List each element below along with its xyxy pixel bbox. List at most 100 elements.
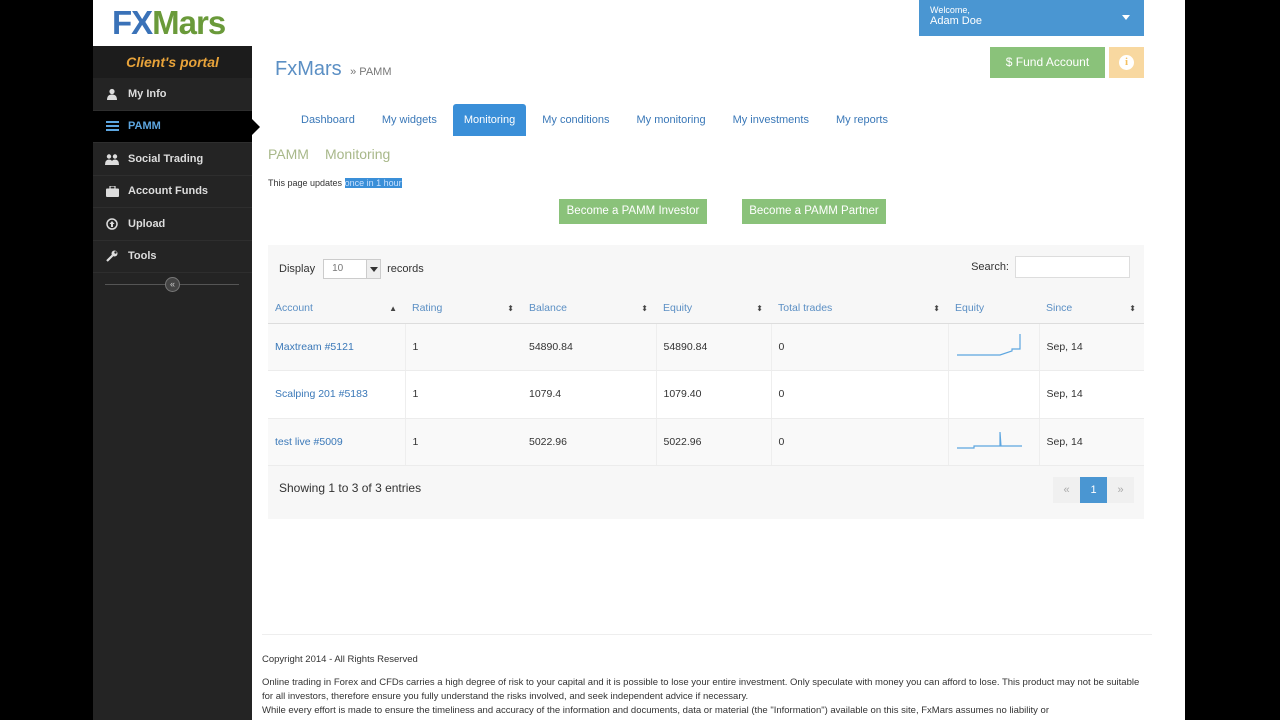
- upload-icon: [105, 217, 119, 231]
- section-heading: PAMM Monitoring: [268, 146, 406, 162]
- search-input[interactable]: [1015, 256, 1130, 278]
- sidebar-item-pamm[interactable]: PAMM: [93, 110, 260, 143]
- equity-sparkline: [948, 370, 1040, 419]
- pagination-next[interactable]: »: [1107, 477, 1134, 503]
- col-rating[interactable]: Rating ⬍: [405, 293, 522, 324]
- app-window: FXMars Client's portal My Info PAMM Soci…: [93, 0, 1185, 720]
- search-label: Search:: [971, 261, 1009, 273]
- table-info: Showing 1 to 3 of 3 entries: [279, 481, 422, 495]
- tab-monitoring[interactable]: Monitoring: [452, 104, 527, 136]
- trades-cell: 0: [771, 370, 949, 419]
- col-label: Equity: [663, 301, 693, 314]
- portal-label: Client's portal: [93, 46, 252, 78]
- become-partner-button[interactable]: Become a PAMM Partner: [742, 199, 886, 224]
- footer: Copyright 2014 - All Rights Reserved Onl…: [262, 634, 1152, 718]
- tab-my-monitoring[interactable]: My monitoring: [625, 104, 716, 136]
- user-menu[interactable]: Welcome, Adam Doe: [919, 0, 1144, 36]
- since-cell: Sep, 14: [1039, 418, 1144, 466]
- sort-icon: ⬍: [756, 304, 763, 313]
- info-button[interactable]: i: [1109, 47, 1144, 78]
- update-prefix: This page updates: [268, 178, 345, 188]
- tab-my-conditions[interactable]: My conditions: [531, 104, 620, 136]
- table-search: Search:: [971, 256, 1130, 278]
- col-account[interactable]: Account ▲: [268, 293, 405, 324]
- copyright: Copyright 2014 - All Rights Reserved: [262, 654, 418, 665]
- col-label: Balance: [529, 301, 567, 314]
- sidebar-item-label: Tools: [128, 250, 157, 263]
- sort-icon: ⬍: [507, 304, 514, 313]
- breadcrumb: FxMars » PAMM: [275, 58, 391, 81]
- tab-dashboard[interactable]: Dashboard: [290, 104, 366, 136]
- rating-cell: 1: [405, 323, 522, 371]
- tab-my-reports[interactable]: My reports: [825, 104, 899, 136]
- balance-cell: 1079.4: [522, 370, 657, 419]
- chevron-down-icon: [366, 260, 381, 278]
- equity-cell: 54890.84: [656, 323, 772, 371]
- sort-icon: ⬍: [933, 304, 940, 313]
- briefcase-icon: [105, 184, 119, 198]
- pagination: « 1 »: [1053, 477, 1134, 503]
- page-title[interactable]: FxMars: [275, 58, 342, 80]
- fund-account-button[interactable]: $ Fund Account: [990, 47, 1105, 78]
- table-row: Scalping 201 #5183 1 1079.4 1079.40 0 Se…: [268, 370, 1144, 419]
- col-label: Rating: [412, 301, 443, 314]
- user-icon: [105, 87, 119, 101]
- col-equity-chart: Equity: [948, 293, 1039, 324]
- update-highlight: once in 1 hour: [344, 178, 402, 188]
- sidebar-item-label: PAMM: [128, 120, 161, 133]
- sort-asc-icon: ▲: [389, 304, 397, 313]
- logo-mars: Mars: [152, 4, 226, 41]
- records-per-page-select[interactable]: 10: [323, 259, 382, 279]
- tab-my-investments[interactable]: My investments: [722, 104, 820, 136]
- col-label: Equity: [955, 301, 985, 314]
- sidebar-item-label: My Info: [128, 87, 167, 100]
- sidebar-item-social-trading[interactable]: Social Trading: [93, 143, 252, 176]
- pagination-prev[interactable]: «: [1053, 477, 1080, 503]
- since-cell: Sep, 14: [1039, 370, 1144, 419]
- section-heading-monitoring: Monitoring: [324, 146, 391, 162]
- account-link[interactable]: Scalping 201 #5183: [275, 388, 368, 400]
- equity-sparkline: [948, 418, 1040, 466]
- col-since[interactable]: Since ⬍: [1039, 293, 1144, 324]
- pagination-page-1[interactable]: 1: [1080, 477, 1107, 503]
- table-row: Maxtream #5121 1 54890.84 54890.84 0 Sep…: [268, 323, 1144, 371]
- equity-cell: 5022.96: [656, 418, 772, 466]
- since-cell: Sep, 14: [1039, 323, 1144, 371]
- equity-sparkline: [948, 323, 1040, 371]
- info-icon: i: [1119, 55, 1134, 70]
- rating-cell: 1: [405, 418, 522, 466]
- logo[interactable]: FXMars: [93, 0, 252, 46]
- info-disclaimer: While every effort is made to ensure the…: [262, 705, 1049, 716]
- rating-cell: 1: [405, 370, 522, 419]
- sidebar-item-tools[interactable]: Tools: [93, 241, 252, 273]
- account-link[interactable]: test live #5009: [275, 436, 343, 448]
- users-icon: [105, 152, 119, 166]
- become-investor-button[interactable]: Become a PAMM Investor: [559, 199, 707, 224]
- balance-cell: 5022.96: [522, 418, 657, 466]
- sidebar-item-account-funds[interactable]: Account Funds: [93, 176, 252, 208]
- chevron-down-icon: [1122, 15, 1130, 20]
- bars-icon: [105, 119, 119, 133]
- tab-my-widgets[interactable]: My widgets: [371, 104, 448, 136]
- balance-cell: 54890.84: [522, 323, 657, 371]
- sidebar-item-label: Account Funds: [128, 185, 209, 198]
- records-label: records: [387, 263, 424, 275]
- wrench-icon: [105, 249, 119, 263]
- collapse-sidebar-icon[interactable]: «: [165, 277, 180, 292]
- accounts-table: Account ▲ Rating ⬍ Balance ⬍ Equity ⬍ Total …: [268, 293, 1144, 466]
- col-balance[interactable]: Balance ⬍: [522, 293, 656, 324]
- col-equity[interactable]: Equity ⬍: [656, 293, 771, 324]
- sort-icon: ⬍: [641, 304, 648, 313]
- breadcrumb-current: » PAMM: [350, 66, 392, 78]
- sidebar-item-my-info[interactable]: My Info: [93, 78, 252, 111]
- col-total-trades[interactable]: Total trades ⬍: [771, 293, 948, 324]
- sidebar: Client's portal My Info PAMM Social Trad…: [93, 46, 260, 720]
- section-heading-pamm: PAMM: [268, 146, 309, 162]
- account-link[interactable]: Maxtream #5121: [275, 341, 354, 353]
- sort-icon: ⬍: [1129, 304, 1136, 313]
- table-row: test live #5009 1 5022.96 5022.96 0 Sep,…: [268, 418, 1144, 466]
- trades-cell: 0: [771, 323, 949, 371]
- logo-fx: FX: [112, 4, 153, 41]
- sidebar-item-upload[interactable]: Upload: [93, 208, 252, 241]
- col-label: Total trades: [778, 301, 833, 314]
